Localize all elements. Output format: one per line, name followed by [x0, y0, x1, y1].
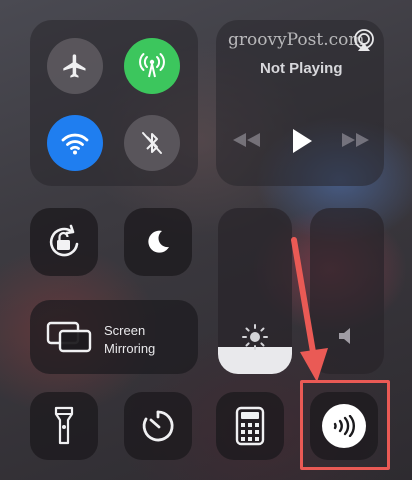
calculator-icon [235, 406, 265, 446]
timer-icon [142, 410, 174, 442]
flashlight-icon [54, 406, 74, 445]
bluetooth-button[interactable] [124, 115, 180, 171]
calculator-button[interactable] [216, 392, 284, 460]
do-not-disturb-button[interactable] [124, 208, 192, 276]
flashlight-button[interactable] [30, 392, 98, 460]
airplane-icon [63, 54, 86, 78]
wifi-icon [61, 133, 89, 155]
moon-icon [148, 230, 169, 253]
screen-mirroring-line2: Mirroring [104, 341, 156, 356]
play-icon[interactable] [290, 128, 314, 154]
cellular-data-button[interactable] [124, 38, 180, 94]
rotation-lock-icon [49, 224, 79, 257]
brightness-icon [242, 324, 268, 350]
now-playing-label: Not Playing [260, 60, 343, 77]
antenna-icon [139, 53, 165, 78]
annotation-arrow [291, 237, 328, 382]
screen-mirroring-icon [46, 321, 92, 353]
fast-forward-icon[interactable] [340, 132, 370, 148]
wifi-button[interactable] [47, 115, 103, 171]
watermark-text: groovyPost.com [228, 30, 365, 50]
bluetooth-off-icon [142, 132, 162, 154]
rotation-lock-button[interactable] [30, 208, 98, 276]
rewind-icon[interactable] [232, 132, 262, 148]
timer-button[interactable] [124, 392, 192, 460]
screen-mirroring-line1: Screen [104, 323, 146, 338]
airplay-icon[interactable] [352, 28, 376, 52]
airplane-mode-button[interactable] [47, 38, 103, 94]
screen-mirroring-label: Screen Mirroring [104, 322, 155, 358]
highlight-box [300, 380, 390, 470]
